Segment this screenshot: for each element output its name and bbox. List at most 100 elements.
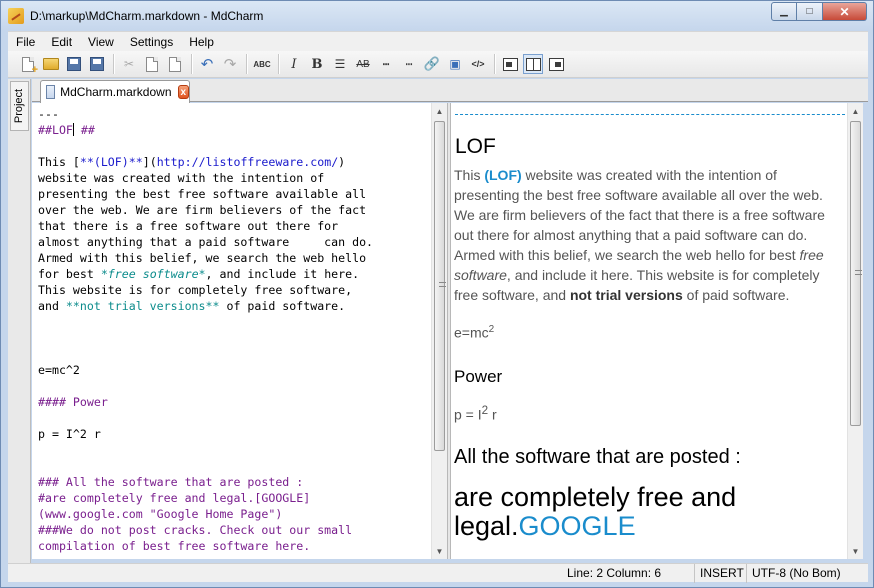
- spell-check-icon: ABC: [253, 59, 271, 69]
- tab-label: MdCharm.markdown: [60, 85, 172, 99]
- strong-text: not trial versions: [569, 287, 683, 303]
- toolbar-separator: [113, 54, 114, 74]
- horizontal-rule-icon: ┅: [382, 58, 390, 71]
- copy-button[interactable]: [142, 54, 162, 74]
- markdown-file-icon: [46, 85, 56, 99]
- editor-line: This website is for completely free soft…: [38, 283, 353, 297]
- link-icon: 🔗: [423, 56, 441, 71]
- status-bar: Line: 2 Column: 6 INSERT UTF-8 (No Bom): [8, 563, 868, 583]
- italic-icon: I: [291, 56, 297, 72]
- editor-line: compilation of best free software here.: [38, 539, 311, 553]
- equation-base: e=mc: [454, 324, 489, 341]
- strikethrough-button[interactable]: AB: [353, 54, 373, 74]
- table-button[interactable]: ┉: [399, 54, 419, 74]
- menu-edit[interactable]: Edit: [43, 32, 80, 52]
- editor-line: #### Power: [38, 395, 108, 409]
- window-title: D:\markup\MdCharm.markdown - MdCharm: [30, 8, 264, 23]
- url-markup: http://listoffreeware.com/: [156, 155, 339, 169]
- editor-scroll-thumb[interactable]: [434, 121, 446, 451]
- project-tab[interactable]: Project: [10, 81, 29, 131]
- list-button[interactable]: ☰: [330, 54, 350, 74]
- file-encoding[interactable]: UTF-8 (No Bom): [746, 564, 841, 583]
- italic-button[interactable]: I: [284, 54, 304, 74]
- toolbar: ✂ ↶ ↷ ABC I B ☰ AB ┅ ┉ 🔗 ▣ </>: [8, 51, 868, 78]
- maximize-button[interactable]: □: [797, 2, 823, 21]
- save-all-button[interactable]: [87, 54, 107, 74]
- scroll-up-arrow-icon[interactable]: ▲: [848, 103, 863, 119]
- minimize-button[interactable]: ▁: [771, 2, 797, 21]
- bold-markup: **not trial versions**: [65, 299, 220, 313]
- editor-line: (www.google.com "Google Home Page"): [38, 507, 283, 521]
- tab-close-button[interactable]: x: [177, 85, 189, 99]
- image-button[interactable]: ▣: [445, 54, 465, 74]
- equation-base: p = I: [454, 406, 482, 423]
- document-tab-bar: MdCharm.markdown x: [32, 79, 868, 103]
- preview-paragraph: This (LOF) website was created with the …: [454, 165, 844, 305]
- cursor-position: Line: 2 Column: 6: [567, 566, 662, 580]
- editor-text[interactable]: --- ##LOF ## This [**(LOF)**](http://listo…: [32, 103, 432, 554]
- markdown-editor[interactable]: --- ##LOF ## This [**(LOF)**](http://listo…: [32, 103, 432, 559]
- preview-power-equation: p = I2 r: [454, 404, 497, 423]
- editor-line: for best *free software*, and include it…: [38, 266, 432, 282]
- paste-button[interactable]: [165, 54, 185, 74]
- split-view-icon: [525, 57, 541, 71]
- google-link[interactable]: GOOGLE: [519, 511, 636, 541]
- scroll-up-arrow-icon[interactable]: ▲: [432, 103, 447, 119]
- folder-open-icon: [43, 58, 59, 70]
- menu-file[interactable]: File: [8, 32, 43, 52]
- editor-line: ### All the software that are posted :: [38, 475, 304, 489]
- text-span: This [: [38, 155, 80, 169]
- editor-line: #are completely free and legal.[GOOGLE]: [38, 491, 311, 505]
- new-file-button[interactable]: [18, 54, 38, 76]
- split-view-button[interactable]: [523, 54, 543, 74]
- bold-icon: B: [311, 56, 323, 72]
- preview-only-icon: [548, 57, 564, 71]
- redo-button[interactable]: ↷: [220, 54, 240, 74]
- save-icon: [67, 57, 81, 71]
- tab-mdcharm-markdown[interactable]: MdCharm.markdown x: [40, 80, 190, 103]
- cut-button[interactable]: ✂: [119, 54, 139, 74]
- text-span: This: [454, 167, 485, 183]
- toolbar-separator: [278, 54, 279, 74]
- editor-scrollbar[interactable]: ▲ ▼: [431, 103, 447, 559]
- code-icon: </>: [471, 59, 485, 69]
- text-span: for best: [38, 267, 101, 281]
- new-file-icon: [22, 56, 38, 76]
- horizontal-rule-button[interactable]: ┅: [376, 54, 396, 74]
- paste-icon: [169, 56, 181, 72]
- editor-line: website was created with the intention o…: [38, 171, 325, 185]
- text-span: of paid software.: [682, 287, 790, 303]
- scroll-down-arrow-icon[interactable]: ▼: [432, 543, 447, 559]
- text-span: ): [338, 155, 346, 169]
- scroll-down-arrow-icon[interactable]: ▼: [848, 543, 863, 559]
- link-button[interactable]: 🔗: [422, 54, 442, 74]
- spell-check-button[interactable]: ABC: [252, 54, 272, 74]
- app-window: D:\markup\MdCharm.markdown - MdCharm ▁ □…: [0, 0, 874, 588]
- image-icon: ▣: [449, 57, 461, 71]
- code-button[interactable]: </>: [468, 54, 488, 74]
- lof-link[interactable]: (LOF): [484, 167, 521, 183]
- menu-view[interactable]: View: [80, 32, 122, 52]
- editor-line: ###We do not post cracks. Check out our …: [38, 523, 353, 537]
- menu-help[interactable]: Help: [181, 32, 222, 52]
- undo-button[interactable]: ↶: [197, 54, 217, 74]
- title-bar[interactable]: D:\markup\MdCharm.markdown - MdCharm ▁ □…: [1, 1, 873, 30]
- bold-button[interactable]: B: [307, 54, 327, 74]
- preview-scroll-thumb[interactable]: [850, 121, 862, 426]
- preview-heading-lof: LOF: [455, 135, 496, 158]
- editor-line: This [**(LOF)**](http://listoffreeware.c…: [38, 154, 432, 170]
- open-file-button[interactable]: [41, 54, 61, 74]
- preview-scrollbar[interactable]: ▲ ▼: [847, 103, 863, 559]
- equation-exponent: 2: [488, 324, 495, 335]
- save-button[interactable]: [64, 54, 84, 74]
- preview-only-button[interactable]: [546, 54, 566, 74]
- menu-settings[interactable]: Settings: [122, 32, 181, 52]
- save-all-icon: [90, 57, 104, 71]
- editor-only-button[interactable]: [500, 54, 520, 74]
- close-window-button[interactable]: ✕: [823, 2, 867, 21]
